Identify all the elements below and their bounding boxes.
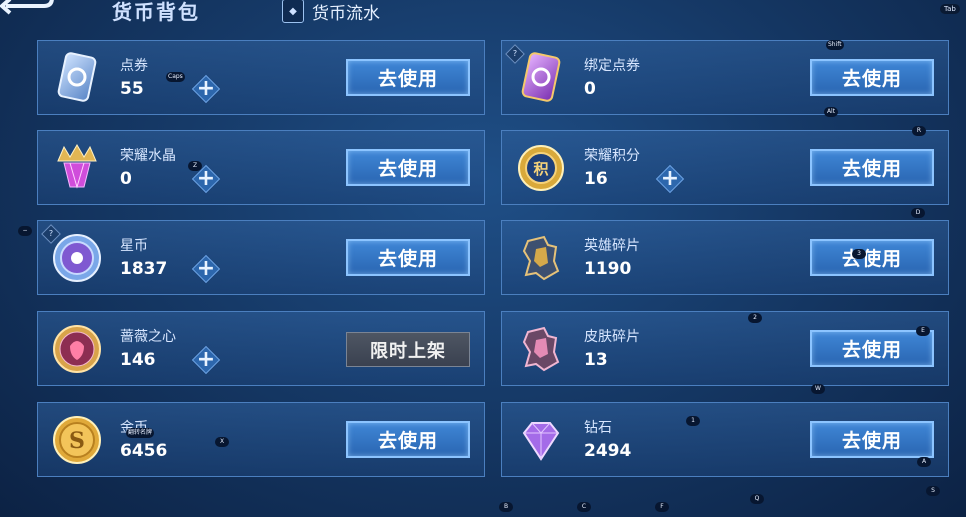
shift-key-hint: Shift [826,40,844,50]
s-key-hint: S [926,486,940,496]
use-button[interactable]: 去使用 [346,421,470,458]
gold-overlay-hint: 翻转名牌 [126,428,155,438]
currency-name: 英雄碎片 [584,238,640,254]
use-button[interactable]: 去使用 [810,239,934,276]
limited-time-button: 限时上架 [346,332,470,367]
use-button[interactable]: 去使用 [346,239,470,276]
currency-name: 荣耀水晶 [120,148,176,164]
minus-key-hint: − [18,226,32,236]
glory-points-coin-icon: 积 [518,145,564,191]
currency-amount: 0 [584,79,596,99]
currency-amount: 13 [584,350,608,370]
one-key-hint: 1 [686,416,700,426]
two-key-hint: 2 [748,313,762,323]
b-key-hint: B [499,502,513,512]
currency-card-voucher: 点券 55 + 去使用 [37,40,485,115]
caps-key-hint: Caps [166,72,185,82]
diamond-icon [522,422,560,461]
hero-fragment-icon [522,235,560,281]
currency-card-rose-heart: 蔷薇之心 146 + 限时上架 [37,311,485,386]
currency-card-bound-voucher: ? 绑定点券 0 去使用 [501,40,949,115]
currency-flow-label: 货币流水 [312,3,380,24]
use-button[interactable]: 去使用 [810,421,934,458]
use-button[interactable]: 去使用 [346,59,470,96]
currency-name: 皮肤碎片 [584,329,640,345]
currency-card-glory-points: 积 荣耀积分 16 + 去使用 [501,130,949,205]
currency-amount: 1837 [120,259,168,279]
currency-amount: 146 [120,350,156,370]
currency-amount: 1190 [584,259,632,279]
currency-card-diamond: 钻石 2494 去使用 [501,402,949,477]
use-button[interactable]: 去使用 [810,59,934,96]
e-key-hint: E [916,326,930,336]
currency-card-skin-fragment: 皮肤碎片 13 去使用 [501,311,949,386]
header-bar: 货币背包 ◆ 货币流水 Tab [0,0,966,36]
q-key-hint: Q [750,494,764,504]
currency-card-glory-crystal: 荣耀水晶 0 + 去使用 [37,130,485,205]
skin-fragment-icon [522,326,560,372]
add-glory-crystal-button[interactable]: + [194,167,218,191]
x-key-hint: X [215,437,229,447]
voucher-card-icon [57,52,97,102]
d-key-hint: D [911,208,925,218]
use-button[interactable]: 去使用 [346,149,470,186]
currency-amount: 0 [120,169,132,189]
currency-flow-button[interactable]: ◆ 货币流水 [282,0,380,24]
three-key-hint: 3 [852,249,866,259]
tab-key-hint: Tab [940,4,960,14]
bound-voucher-card-icon [521,52,561,102]
a-key-hint: A [917,457,931,467]
currency-amount: 6456 [120,441,168,461]
currency-name: 点券 [120,58,148,74]
svg-text:S: S [69,428,85,454]
back-arrow-icon[interactable] [0,0,56,18]
add-glory-points-button[interactable]: + [658,167,682,191]
gold-coin-icon: S [53,416,101,464]
currency-card-star-coin: ? 星币 1837 + 去使用 [37,220,485,295]
w-key-hint: W [811,384,825,394]
currency-card-hero-fragment: 英雄碎片 1190 去使用 [501,220,949,295]
currency-name: 星币 [120,238,148,254]
use-button[interactable]: 去使用 [810,330,934,367]
page-title: 货币背包 [112,0,200,24]
currency-name: 荣耀积分 [584,148,640,164]
use-button[interactable]: 去使用 [810,149,934,186]
currency-name: 蔷薇之心 [120,329,176,345]
add-voucher-button[interactable]: + [194,77,218,101]
rose-heart-icon [53,325,101,373]
r-key-hint: R [912,126,926,136]
svg-text:积: 积 [533,160,548,178]
glory-crystal-icon [57,144,97,189]
currency-name: 钻石 [584,420,612,436]
add-rose-heart-button[interactable]: + [194,348,218,372]
currency-amount: 55 [120,79,144,99]
currency-amount: 2494 [584,441,632,461]
flow-diamond-icon: ◆ [282,0,304,23]
currency-amount: 16 [584,169,608,189]
star-coin-icon [53,234,101,282]
currency-name: 绑定点券 [584,58,640,74]
currency-card-gold: S 金币 6456 去使用 [37,402,485,477]
add-star-coin-button[interactable]: + [194,257,218,281]
alt-key-hint: Alt [824,107,838,117]
c-key-hint: C [577,502,591,512]
f-key-hint: F [655,502,669,512]
